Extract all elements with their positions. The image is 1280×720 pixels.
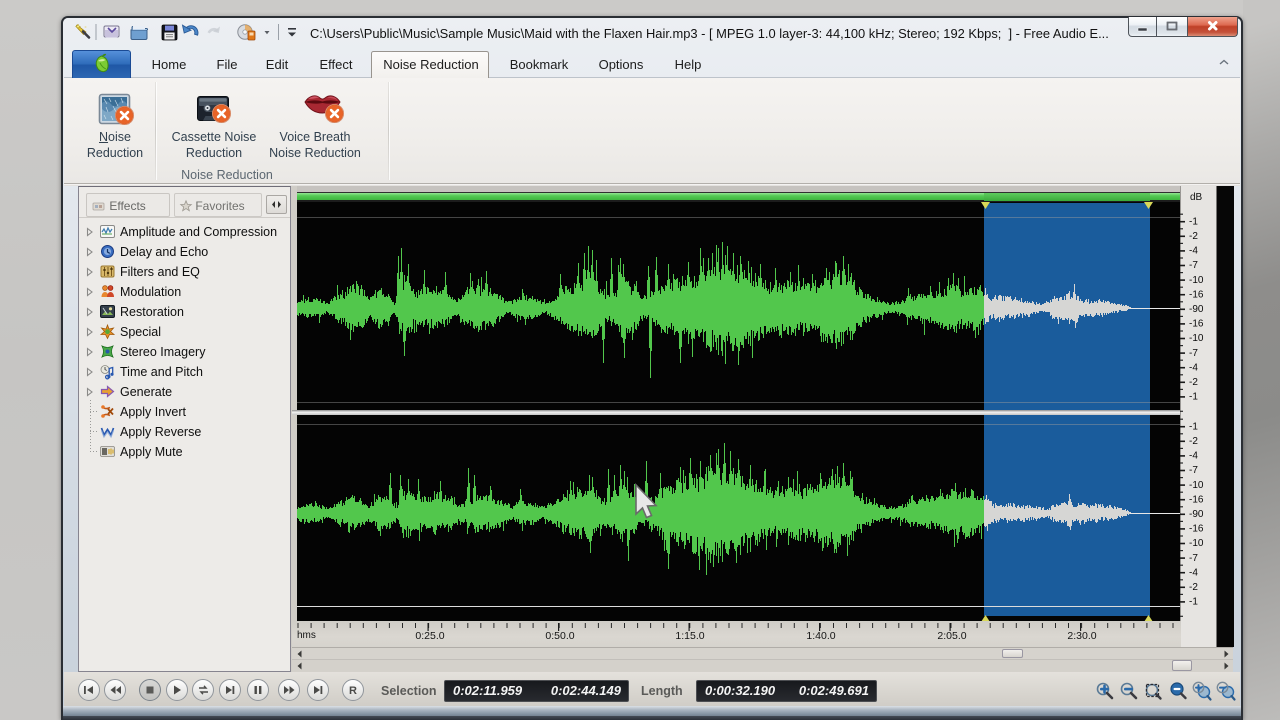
svg-text:-2: -2: [1189, 436, 1198, 447]
svg-text:-16: -16: [1189, 319, 1204, 330]
svg-text:-90: -90: [1189, 509, 1204, 520]
svg-text:-4: -4: [1189, 362, 1198, 373]
svg-text:-1: -1: [1189, 421, 1198, 432]
svg-text:-1: -1: [1189, 392, 1198, 403]
svg-text:-7: -7: [1189, 465, 1198, 476]
svg-text:-16: -16: [1189, 289, 1204, 300]
svg-text:-7: -7: [1189, 348, 1198, 359]
svg-text:-7: -7: [1189, 553, 1198, 564]
svg-text:-2: -2: [1189, 377, 1198, 388]
svg-text:-10: -10: [1189, 333, 1204, 344]
svg-text:-10: -10: [1189, 538, 1204, 549]
svg-text:-4: -4: [1189, 451, 1198, 462]
svg-text:-4: -4: [1189, 246, 1198, 257]
svg-text:R: R: [349, 685, 357, 697]
svg-text:-1: -1: [1189, 216, 1198, 227]
svg-text:-10: -10: [1189, 275, 1204, 286]
svg-text:-16: -16: [1189, 524, 1204, 535]
svg-text:-2: -2: [1189, 582, 1198, 593]
svg-text:-7: -7: [1189, 260, 1198, 271]
svg-text:-10: -10: [1189, 480, 1204, 491]
svg-text:-16: -16: [1189, 494, 1204, 505]
svg-text:-90: -90: [1189, 304, 1204, 315]
svg-text:-1: -1: [1189, 597, 1198, 608]
svg-text:-2: -2: [1189, 231, 1198, 242]
svg-text:-4: -4: [1189, 567, 1198, 578]
